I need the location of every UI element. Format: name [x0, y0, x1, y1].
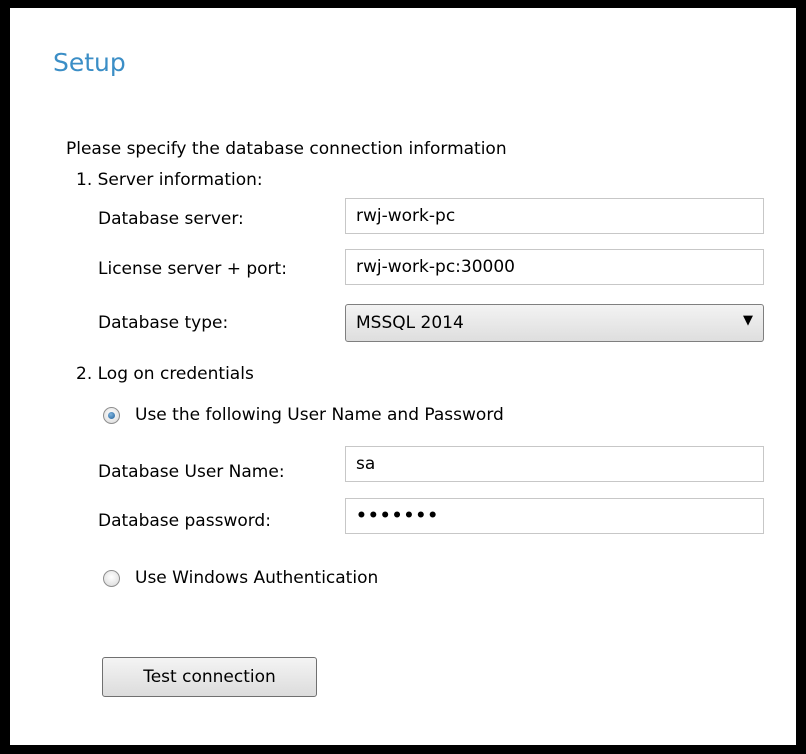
db-type-label: Database type: — [98, 313, 229, 333]
windows-auth-radio-label[interactable]: Use Windows Authentication — [135, 568, 378, 588]
userpass-radio-label[interactable]: Use the following User Name and Password — [135, 405, 504, 425]
db-user-name-input[interactable] — [345, 446, 764, 482]
intro-text: Please specify the database connection i… — [66, 139, 507, 159]
db-type-value: MSSQL 2014 — [356, 313, 464, 333]
db-type-select[interactable]: MSSQL 2014 ▼ — [345, 304, 764, 342]
license-server-input[interactable] — [345, 249, 764, 285]
chevron-down-icon: ▼ — [743, 313, 753, 328]
db-password-input[interactable] — [345, 498, 764, 534]
credentials-section-heading: 2. Log on credentials — [76, 364, 254, 384]
setup-dialog: Setup Please specify the database connec… — [10, 8, 796, 745]
server-section-heading: 1. Server information: — [76, 170, 263, 190]
radio-selected-dot-icon — [108, 412, 115, 419]
userpass-radio[interactable] — [103, 407, 120, 424]
license-server-label: License server + port: — [98, 259, 287, 279]
page-title: Setup — [53, 48, 126, 77]
db-password-label: Database password: — [98, 511, 271, 531]
db-user-name-label: Database User Name: — [98, 462, 285, 482]
db-server-input[interactable] — [345, 198, 764, 234]
db-server-label: Database server: — [98, 209, 244, 229]
windows-auth-radio[interactable] — [103, 570, 120, 587]
test-connection-button[interactable]: Test connection — [102, 657, 317, 697]
